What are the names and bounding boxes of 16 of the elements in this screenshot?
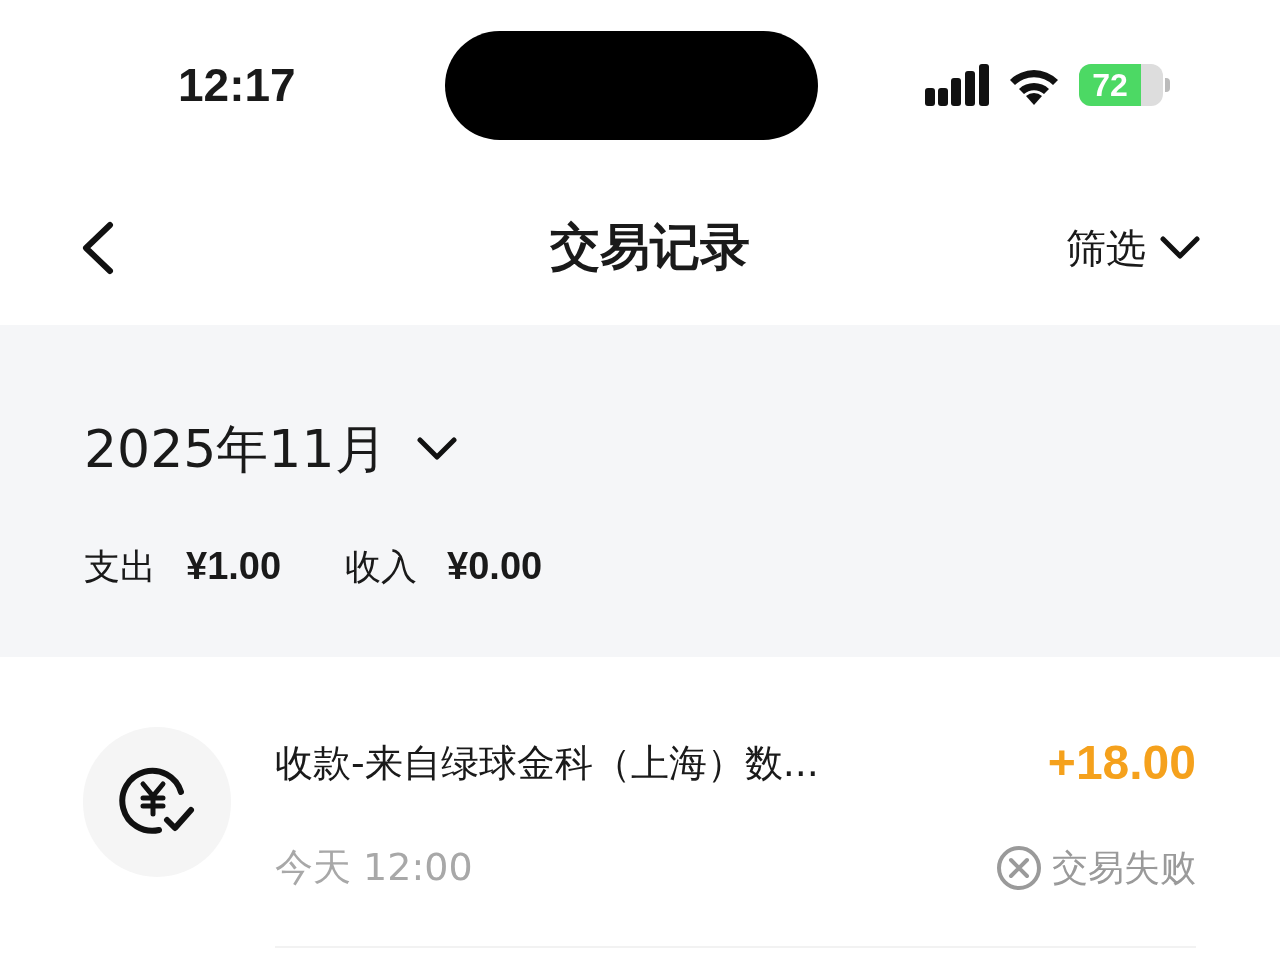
chevron-down-icon [416, 437, 457, 461]
page-title: 交易记录 [550, 217, 750, 278]
signal-icon [925, 64, 989, 106]
transaction-status: 交易失败 [1052, 845, 1196, 890]
transaction-amount: +18.00 [1047, 735, 1196, 791]
transaction-title: 收款-来自绿球金科（上海）数... [275, 739, 819, 787]
summary-label: 支出 [84, 544, 156, 589]
summary-label: 收入 [345, 544, 418, 589]
chevron-down-icon [1160, 235, 1200, 260]
status-time: 12:17 [178, 57, 297, 113]
transaction-time: 今天 12:00 [275, 844, 473, 891]
month-selector[interactable]: 2025年11月 [84, 410, 457, 488]
summary-amount: ¥0.00 [447, 544, 543, 589]
back-icon[interactable] [80, 220, 114, 275]
summary-amount: ¥1.00 [186, 544, 282, 589]
filter-button[interactable]: 筛选 [1066, 217, 1200, 278]
